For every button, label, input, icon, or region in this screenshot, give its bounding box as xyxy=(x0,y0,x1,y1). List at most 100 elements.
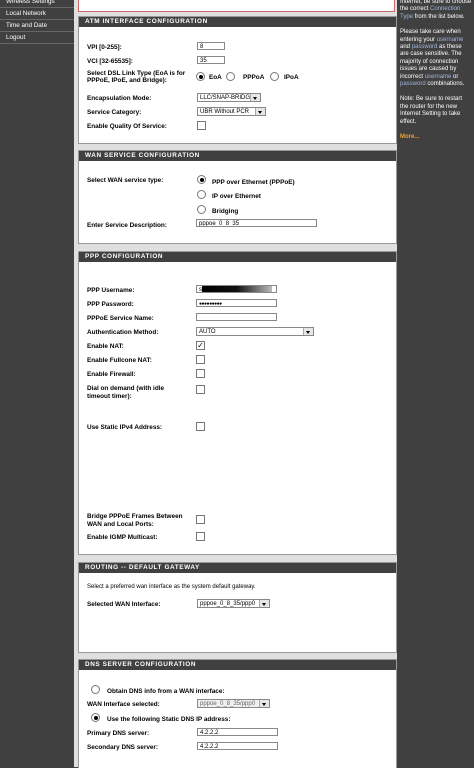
ppp-password-label: PPP Password: xyxy=(87,301,134,308)
radio-obtain-dns[interactable] xyxy=(91,685,100,694)
qos-label: Enable Quality Of Service: xyxy=(87,123,167,130)
main-content: ATM INTERFACE CONFIGURATION VPI [0-255]:… xyxy=(74,0,397,768)
help-text: combinations. xyxy=(425,81,465,88)
primary-dns-input[interactable]: 4.2.2.2 xyxy=(197,728,278,736)
ppp-username-input[interactable]: s xyxy=(196,285,277,293)
ppp-section: PPP CONFIGURATION PPP Username: s PPP Pa… xyxy=(78,251,397,555)
auth-method-select[interactable]: AUTO xyxy=(196,327,314,336)
auth-method-label: Authentication Method: xyxy=(87,329,159,336)
ppp-username-label: PPP Username: xyxy=(87,287,135,294)
help-text: or xyxy=(451,73,459,80)
radio-eoa-label: EoA xyxy=(209,74,222,81)
redacted-username xyxy=(202,286,272,292)
vpi-input[interactable]: 8 xyxy=(197,42,225,50)
radio-eoa[interactable] xyxy=(196,72,205,81)
sidebar: Wireless Settings Local Network Time and… xyxy=(0,0,74,767)
radio-pppoa[interactable] xyxy=(226,72,235,81)
encap-label: Encapsulation Mode: xyxy=(87,95,152,102)
help-text: from the list below. xyxy=(413,13,465,20)
routing-section-title: ROUTING -- DEFAULT GATEWAY xyxy=(79,563,396,573)
enable-firewall-label: Enable Firewall: xyxy=(87,371,136,378)
radio-static-dns-label: Use the following Static DNS IP address: xyxy=(107,716,231,723)
qos-checkbox[interactable] xyxy=(197,121,206,130)
wan-type-label: Select WAN service type: xyxy=(87,177,164,184)
dns-section-title: DNS SERVER CONFIGURATION xyxy=(79,660,396,670)
wan-interface-selected-select[interactable]: pppoe_0_8_35/ppp0 xyxy=(197,699,270,708)
atm-section: ATM INTERFACE CONFIGURATION VPI [0-255]:… xyxy=(78,16,397,144)
help-paragraph-credentials: Please take care when entering your user… xyxy=(397,29,474,88)
radio-ipoa[interactable] xyxy=(270,72,279,81)
radio-ipoe[interactable] xyxy=(197,190,206,199)
help-highlight-password: password xyxy=(411,44,438,51)
sidebar-item-time-and-date[interactable]: Time and Date xyxy=(0,20,74,32)
wan-section: WAN SERVICE CONFIGURATION Select WAN ser… xyxy=(78,150,397,244)
sidebar-item-local-network[interactable]: Local Network xyxy=(0,8,74,20)
help-text: and xyxy=(400,44,412,51)
static-ipv4-label: Use Static IPv4 Address: xyxy=(87,424,163,431)
help-paragraph-note: Note: Be sure to restart the router for … xyxy=(400,96,463,125)
sidebar-item-logout[interactable]: Logout xyxy=(0,32,74,44)
pppoe-service-name-input[interactable] xyxy=(196,313,277,321)
chevron-down-icon xyxy=(255,108,265,115)
selected-wan-interface-label: Selected WAN Interface: xyxy=(87,601,161,608)
vpi-label: VPI [0-255]: xyxy=(87,44,122,51)
service-desc-label: Enter Service Description: xyxy=(87,222,167,229)
chevron-down-icon xyxy=(250,94,260,101)
pppoe-service-name-label: PPPoE Service Name: xyxy=(87,315,154,322)
selected-wan-interface-value: pppoe_0_8_35/ppp0 xyxy=(200,601,256,607)
radio-ipoa-label: IPoA xyxy=(284,74,299,81)
service-select-value: UBR Without PCR xyxy=(200,109,250,115)
atm-section-title: ATM INTERFACE CONFIGURATION xyxy=(79,17,396,27)
radio-pppoe[interactable] xyxy=(197,175,206,184)
vci-input[interactable]: 35 xyxy=(197,56,225,64)
help-panel: Internet, be sure to choose the correct … xyxy=(397,0,474,767)
service-label: Service Category: xyxy=(87,109,142,116)
help-paragraph-connection: Internet, be sure to choose the correct … xyxy=(397,0,474,21)
routing-description: Select a preferred wan interface as the … xyxy=(87,584,256,590)
selected-wan-interface-select[interactable]: pppoe_0_8_35/ppp0 xyxy=(197,599,270,608)
dsl-type-label: Select DSL Link Type (EoA is for PPPoE, … xyxy=(87,70,186,84)
enable-firewall-checkbox[interactable] xyxy=(196,369,205,378)
static-ipv4-checkbox[interactable] xyxy=(196,422,205,431)
dial-on-demand-label-1: Dial on demand (with idle xyxy=(87,385,165,392)
dns-section: DNS SERVER CONFIGURATION Obtain DNS info… xyxy=(78,659,397,768)
enable-igmp-checkbox[interactable] xyxy=(196,532,205,541)
vci-label: VCI [32-65535]: xyxy=(87,58,133,65)
secondary-dns-input[interactable]: 4.2.2.2 xyxy=(197,742,278,750)
secondary-dns-label: Secondary DNS server: xyxy=(87,744,159,751)
dial-on-demand-label-2: timeout timer): xyxy=(87,393,132,400)
routing-section: ROUTING -- DEFAULT GATEWAY Select a pref… xyxy=(78,562,397,653)
radio-bridging[interactable] xyxy=(197,205,206,214)
enable-nat-label: Enable NAT: xyxy=(87,343,124,350)
help-highlight-username: username xyxy=(424,73,452,80)
radio-bridging-label: Bridging xyxy=(212,208,239,215)
radio-ipoe-label: IP over Ethernet xyxy=(212,193,261,200)
radio-pppoe-label: PPP over Ethernet (PPPoE) xyxy=(212,179,295,186)
bridge-pppoe-label-2: WAN and Local Ports: xyxy=(87,521,154,528)
primary-dns-label: Primary DNS server: xyxy=(87,730,150,737)
encap-select[interactable]: LLC/SNAP-BRIDGING xyxy=(197,93,261,102)
enable-fullcone-nat-label: Enable Fullcone NAT: xyxy=(87,357,152,364)
ppp-password-input[interactable]: ●●●●●●●●● xyxy=(196,299,277,307)
radio-obtain-dns-label: Obtain DNS info from a WAN interface: xyxy=(107,688,225,695)
help-more-link[interactable]: More... xyxy=(400,134,419,140)
bridge-pppoe-label-1: Bridge PPPoE Frames Between xyxy=(87,513,183,520)
enable-fullcone-nat-checkbox[interactable] xyxy=(196,355,205,364)
wan-interface-selected-value: pppoe_0_8_35/ppp0 xyxy=(200,701,256,707)
chevron-down-icon xyxy=(259,600,269,607)
bridge-pppoe-checkbox[interactable] xyxy=(196,515,205,524)
service-select[interactable]: UBR Without PCR xyxy=(197,107,266,116)
enable-igmp-label: Enable IGMP Multicast: xyxy=(87,534,158,541)
help-highlight-password: password xyxy=(400,81,426,88)
wan-section-title: WAN SERVICE CONFIGURATION xyxy=(79,151,396,161)
ppp-section-title: PPP CONFIGURATION xyxy=(79,252,396,262)
sidebar-item-wireless-settings[interactable]: Wireless Settings xyxy=(0,0,74,8)
service-desc-input[interactable]: pppoe_0_8_35 xyxy=(196,219,317,227)
auth-method-value: AUTO xyxy=(199,329,216,335)
wan-interface-selected-label: WAN Interface selected: xyxy=(87,701,160,708)
radio-pppoa-label: PPPoA xyxy=(243,74,265,81)
dial-on-demand-checkbox[interactable] xyxy=(196,385,205,394)
radio-static-dns[interactable] xyxy=(91,713,100,722)
enable-nat-checkbox[interactable]: ✓ xyxy=(196,341,205,350)
top-panel-edge xyxy=(78,0,395,12)
